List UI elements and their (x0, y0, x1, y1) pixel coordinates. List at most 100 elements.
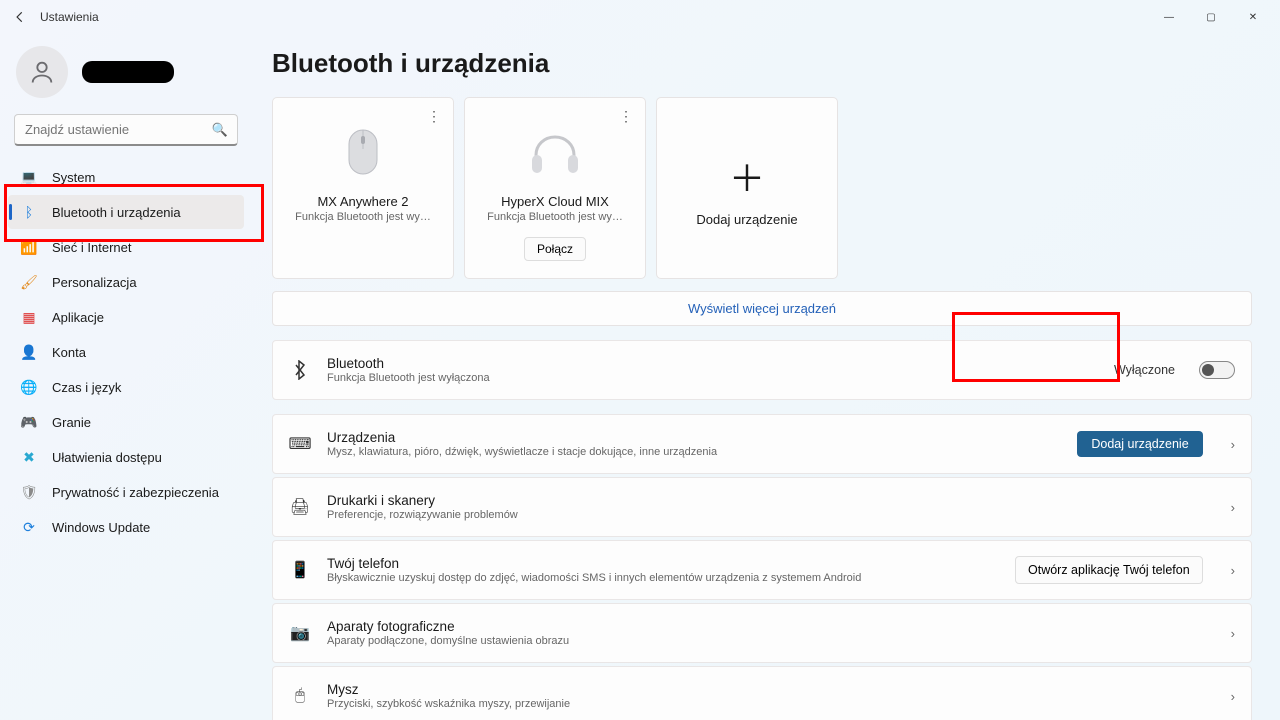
nav-label: Sieć i Internet (52, 240, 132, 255)
device-cards: ⋮ MX Anywhere 2 Funkcja Bluetooth jest w… (272, 97, 1252, 279)
device-card-mouse[interactable]: ⋮ MX Anywhere 2 Funkcja Bluetooth jest w… (272, 97, 454, 279)
device-status: Funkcja Bluetooth jest wy… (480, 211, 630, 223)
nav-icon: 💻 (20, 168, 38, 186)
chevron-right-icon: › (1231, 500, 1235, 515)
nav-icon: 👤 (20, 343, 38, 361)
settings-row-2[interactable]: 📱 Twój telefonBłyskawicznie uzyskuj dostę… (272, 540, 1252, 600)
nav-label: Konta (52, 345, 86, 360)
device-status: Funkcja Bluetooth jest wy… (288, 211, 438, 223)
device-card-headphones[interactable]: ⋮ HyperX Cloud MIX Funkcja Bluetooth jes… (464, 97, 646, 279)
sidebar-item-5[interactable]: 👤 Konta (8, 335, 244, 369)
row-icon: 🖱 (289, 687, 311, 705)
nav-label: Granie (52, 415, 91, 430)
sidebar-item-6[interactable]: 🌐 Czas i język (8, 370, 244, 404)
row-action-button[interactable]: Dodaj urządzenie (1077, 431, 1202, 457)
sidebar-nav: 💻 System ᛒ Bluetooth i urządzenia 📶 Sieć i In… (8, 160, 244, 544)
window-title: Ustawienia (40, 10, 99, 24)
close-button[interactable]: ✕ (1232, 2, 1274, 32)
search-icon: 🔍 (212, 122, 228, 138)
mouse-icon (346, 122, 380, 182)
chevron-right-icon: › (1231, 626, 1235, 641)
sidebar-item-1[interactable]: ᛒ Bluetooth i urządzenia (8, 195, 244, 229)
sidebar-item-9[interactable]: 🛡 Prywatność i zabezpieczenia (8, 475, 244, 509)
row-subtitle: Błyskawicznie uzyskuj dostęp do zdjęć, w… (327, 572, 999, 584)
device-name: HyperX Cloud MIX (501, 194, 609, 209)
minimize-button[interactable]: — (1148, 2, 1190, 32)
nav-icon: ⟳ (20, 518, 38, 536)
add-device-label: Dodaj urządzenie (696, 212, 797, 227)
nav-icon: ▦ (20, 308, 38, 326)
row-action-button[interactable]: Otwórz aplikację Twój telefon (1015, 556, 1203, 584)
chevron-right-icon: › (1231, 437, 1235, 452)
bluetooth-icon (289, 360, 311, 380)
sidebar-item-2[interactable]: 📶 Sieć i Internet (8, 230, 244, 264)
nav-label: Ułatwienia dostępu (52, 450, 162, 465)
nav-label: Czas i język (52, 380, 121, 395)
nav-icon: 🎮 (20, 413, 38, 431)
main-content: Bluetooth i urządzenia ⋮ MX Anywhere 2 F… (252, 34, 1280, 720)
chevron-right-icon: › (1231, 689, 1235, 704)
row-icon: 🖨 (289, 497, 311, 517)
row-title: Urządzenia (327, 430, 1061, 445)
bluetooth-subtitle: Funkcja Bluetooth jest wyłączona (327, 372, 1098, 384)
row-icon: ⌨ (289, 434, 311, 454)
device-card-more-icon[interactable]: ⋮ (427, 108, 441, 125)
sidebar: 🔍 💻 System ᛒ Bluetooth i urządzenia 📶 Sieć i … (0, 34, 252, 720)
nav-label: System (52, 170, 95, 185)
row-icon: 📱 (289, 560, 311, 580)
bluetooth-toggle[interactable] (1199, 361, 1235, 379)
row-subtitle: Przyciski, szybkość wskaźnika myszy, prz… (327, 698, 1203, 710)
device-name: MX Anywhere 2 (317, 194, 408, 209)
bluetooth-toggle-row: Bluetooth Funkcja Bluetooth jest wyłączo… (272, 340, 1252, 400)
settings-row-0[interactable]: ⌨ UrządzeniaMysz, klawiatura, pióro, dźwi… (272, 414, 1252, 474)
chevron-right-icon: › (1231, 563, 1235, 578)
row-title: Mysz (327, 682, 1203, 697)
sidebar-item-7[interactable]: 🎮 Granie (8, 405, 244, 439)
user-name-redacted (82, 61, 174, 83)
nav-icon: ᛒ (20, 203, 38, 221)
nav-icon: 🛡 (20, 483, 38, 501)
user-profile[interactable] (8, 42, 244, 110)
window-controls: — ▢ ✕ (1148, 2, 1274, 32)
titlebar: Ustawienia — ▢ ✕ (0, 0, 1280, 34)
nav-label: Bluetooth i urządzenia (52, 205, 181, 220)
toggle-state-label: Wyłączone (1114, 363, 1175, 377)
row-icon: 📷 (289, 623, 311, 643)
nav-icon: ✖ (20, 448, 38, 466)
add-device-card[interactable]: ＋ Dodaj urządzenie (656, 97, 838, 279)
page-title: Bluetooth i urządzenia (272, 48, 1252, 79)
sidebar-item-0[interactable]: 💻 System (8, 160, 244, 194)
search-input[interactable] (14, 114, 238, 146)
headphones-icon (528, 122, 582, 182)
maximize-button[interactable]: ▢ (1190, 2, 1232, 32)
sidebar-item-10[interactable]: ⟳ Windows Update (8, 510, 244, 544)
connect-button[interactable]: Połącz (524, 237, 586, 261)
avatar (16, 46, 68, 98)
settings-row-1[interactable]: 🖨 Drukarki i skaneryPreferencje, rozwiązy… (272, 477, 1252, 537)
nav-label: Prywatność i zabezpieczenia (52, 485, 219, 500)
sidebar-item-3[interactable]: 🖌 Personalizacja (8, 265, 244, 299)
row-subtitle: Mysz, klawiatura, pióro, dźwięk, wyświet… (327, 446, 1061, 458)
search-box[interactable]: 🔍 (14, 114, 238, 146)
row-subtitle: Aparaty podłączone, domyślne ustawienia … (327, 635, 1203, 647)
nav-icon: 🌐 (20, 378, 38, 396)
row-subtitle: Preferencje, rozwiązywanie problemów (327, 509, 1203, 521)
row-title: Drukarki i skanery (327, 493, 1203, 508)
sidebar-item-8[interactable]: ✖ Ułatwienia dostępu (8, 440, 244, 474)
settings-row-4[interactable]: 🖱 MyszPrzyciski, szybkość wskaźnika myszy… (272, 666, 1252, 720)
nav-label: Windows Update (52, 520, 150, 535)
row-title: Twój telefon (327, 556, 999, 571)
bluetooth-title: Bluetooth (327, 356, 1098, 371)
settings-row-3[interactable]: 📷 Aparaty fotograficzneAparaty podłączone… (272, 603, 1252, 663)
nav-label: Personalizacja (52, 275, 137, 290)
sidebar-item-4[interactable]: ▦ Aplikacje (8, 300, 244, 334)
nav-icon: 📶 (20, 238, 38, 256)
device-card-more-icon[interactable]: ⋮ (619, 108, 633, 125)
show-more-devices-link[interactable]: Wyświetl więcej urządzeń (272, 291, 1252, 326)
plus-icon: ＋ (729, 150, 765, 202)
nav-icon: 🖌 (20, 273, 38, 291)
nav-label: Aplikacje (52, 310, 104, 325)
row-title: Aparaty fotograficzne (327, 619, 1203, 634)
settings-rows: ⌨ UrządzeniaMysz, klawiatura, pióro, dźwi… (272, 414, 1252, 720)
back-button[interactable] (6, 3, 34, 31)
